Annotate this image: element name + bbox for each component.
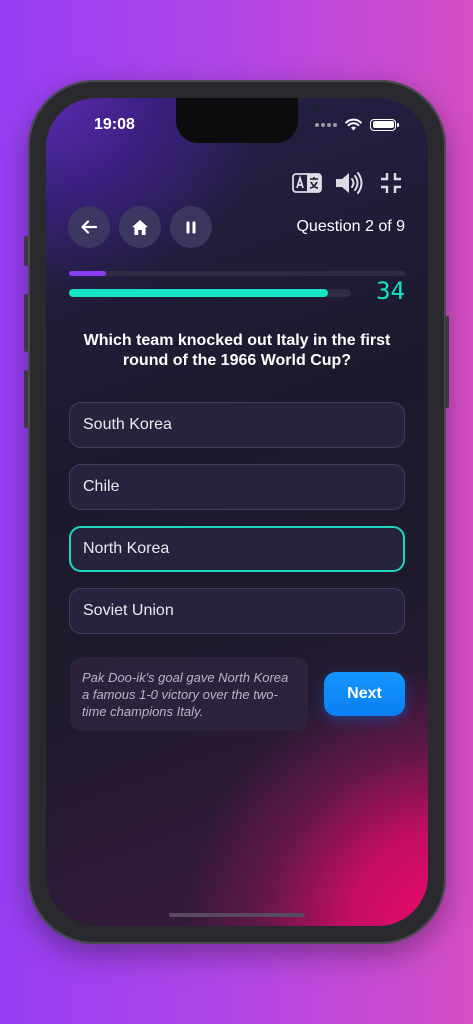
cellular-signal-icon <box>315 122 337 127</box>
question-progress-fill <box>69 271 106 276</box>
mute-switch <box>24 236 28 266</box>
home-button[interactable] <box>119 206 161 248</box>
status-time: 19:08 <box>94 116 135 133</box>
pause-icon <box>186 221 196 233</box>
volume-up-button <box>24 294 28 352</box>
answer-option-selected[interactable]: North Korea <box>69 526 405 572</box>
next-button[interactable]: Next <box>324 672 405 716</box>
question-progress-bar <box>69 271 405 276</box>
front-camera <box>312 104 320 112</box>
pause-button[interactable] <box>170 206 212 248</box>
answer-option[interactable]: Soviet Union <box>69 588 405 634</box>
home-indicator <box>169 913 305 917</box>
timer-countdown: 34 <box>376 277 405 305</box>
top-toolbar <box>292 170 406 196</box>
app-screen: 19:08 Question 2 of 9 34 Which team knoc… <box>46 98 428 926</box>
battery-icon <box>370 118 399 131</box>
back-button[interactable] <box>68 206 110 248</box>
collapse-icon[interactable] <box>376 170 406 196</box>
volume-down-button <box>24 370 28 428</box>
notch <box>176 98 320 143</box>
power-button <box>445 316 449 408</box>
wifi-icon <box>345 118 362 131</box>
back-arrow-icon <box>81 220 98 234</box>
home-icon <box>132 219 148 235</box>
timer-progress-fill <box>69 289 329 297</box>
status-icons <box>315 118 399 131</box>
answer-option[interactable]: South Korea <box>69 402 405 448</box>
speaker-icon[interactable] <box>334 170 364 196</box>
answer-option[interactable]: Chile <box>69 464 405 510</box>
translate-icon[interactable] <box>292 170 322 196</box>
answer-options: South Korea Chile North Korea Soviet Uni… <box>69 402 405 650</box>
question-counter: Question 2 of 9 <box>296 218 405 235</box>
timer-progress-bar <box>69 289 351 297</box>
answer-explanation: Pak Doo-ik's goal gave North Korea a fam… <box>70 657 308 731</box>
question-text: Which team knocked out Italy in the firs… <box>83 332 391 369</box>
nav-controls <box>68 206 212 248</box>
